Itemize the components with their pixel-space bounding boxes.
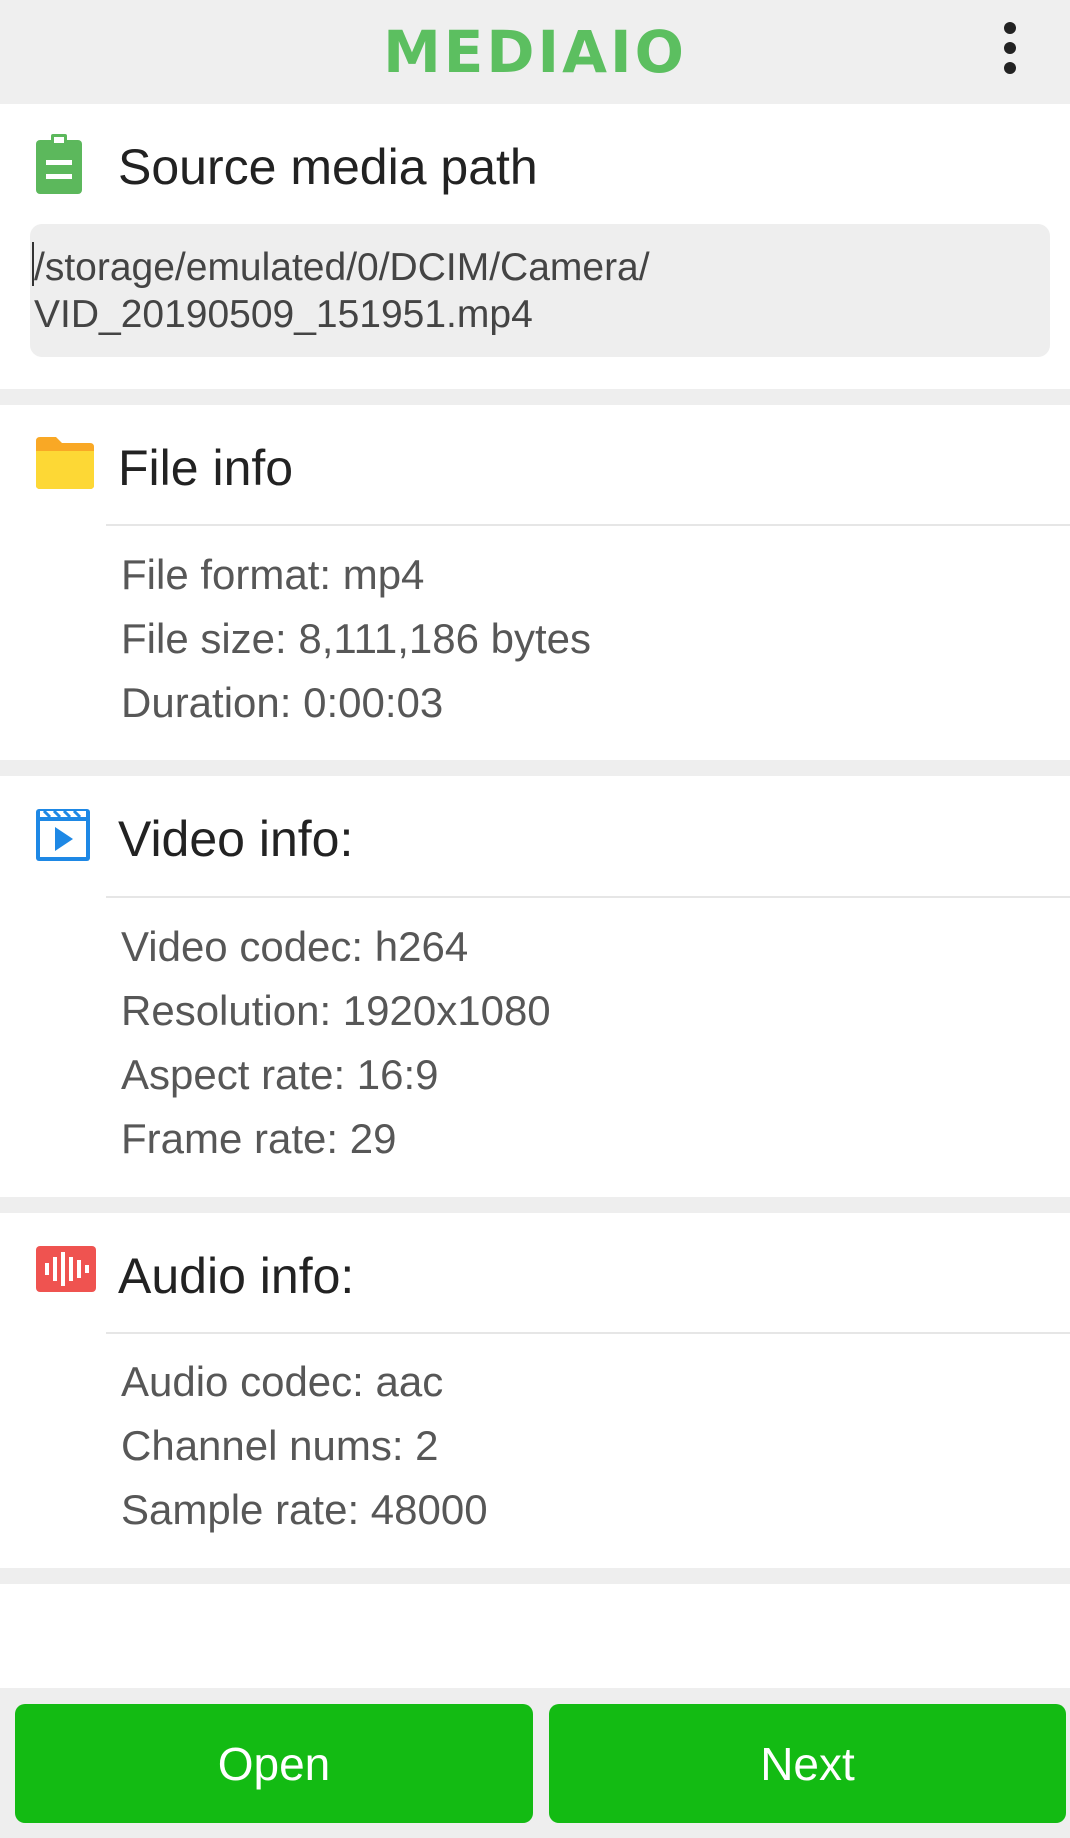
source-path-field[interactable]: /storage/emulated/0/DCIM/Camera/ VID_201… xyxy=(30,224,1050,357)
audio-codec: Audio codec: aac xyxy=(121,1358,444,1405)
audio-info-lines: Audio codec: aac Channel nums: 2 Sample … xyxy=(121,1350,488,1542)
app-logo: MEDIAIO xyxy=(383,18,687,86)
file-format: File format: mp4 xyxy=(121,551,425,598)
video-codec: Video codec: h264 xyxy=(121,923,469,970)
bottom-action-bar: Open Next xyxy=(0,1688,1070,1838)
source-path-title: Source media path xyxy=(118,139,538,195)
video-info-title: Video info: xyxy=(118,811,354,867)
text-cursor xyxy=(32,242,34,286)
video-info-lines: Video codec: h264 Resolution: 1920x1080 … xyxy=(121,915,551,1171)
file-size: File size: 8,111,186 bytes xyxy=(121,615,592,662)
folder-icon xyxy=(36,437,94,494)
audio-sample-rate: Sample rate: 48000 xyxy=(121,1486,488,1533)
video-resolution: Resolution: 1920x1080 xyxy=(121,987,551,1034)
video-play-icon xyxy=(36,809,90,866)
video-aspect-rate: Aspect rate: 16:9 xyxy=(121,1051,439,1098)
file-info-card: File info File format: mp4 File size: 8,… xyxy=(0,405,1070,760)
audio-info-card: Audio info: Audio codec: aac Channel num… xyxy=(0,1213,1070,1568)
file-info-title: File info xyxy=(118,440,294,496)
audio-info-title: Audio info: xyxy=(118,1248,355,1304)
next-button[interactable]: Next xyxy=(549,1704,1066,1823)
source-path-line-1: /storage/emulated/0/DCIM/Camera/ xyxy=(34,246,650,289)
audio-channel-nums: Channel nums: 2 xyxy=(121,1422,439,1469)
audio-info-divider xyxy=(106,1332,1070,1334)
video-info-divider xyxy=(106,896,1070,898)
source-path-card: Source media path /storage/emulated/0/DC… xyxy=(0,104,1070,389)
more-vert-icon[interactable] xyxy=(994,20,1026,76)
file-duration: Duration: 0:00:03 xyxy=(121,679,444,726)
content-spacer xyxy=(0,1584,1070,1688)
app-bar: MEDIAIO xyxy=(0,0,1070,104)
source-path-line-2: VID_20190509_151951.mp4 xyxy=(34,293,533,336)
open-button[interactable]: Open xyxy=(15,1704,533,1823)
clipboard-icon xyxy=(36,134,82,199)
file-info-divider xyxy=(106,524,1070,526)
video-frame-rate: Frame rate: 29 xyxy=(121,1115,397,1162)
audio-wave-icon xyxy=(36,1246,96,1297)
app-screen: MEDIAIO Source media path /storage/emula… xyxy=(0,0,1070,1838)
video-info-card: Video info: Video codec: h264 Resolution… xyxy=(0,776,1070,1197)
file-info-lines: File format: mp4 File size: 8,111,186 by… xyxy=(121,543,591,735)
